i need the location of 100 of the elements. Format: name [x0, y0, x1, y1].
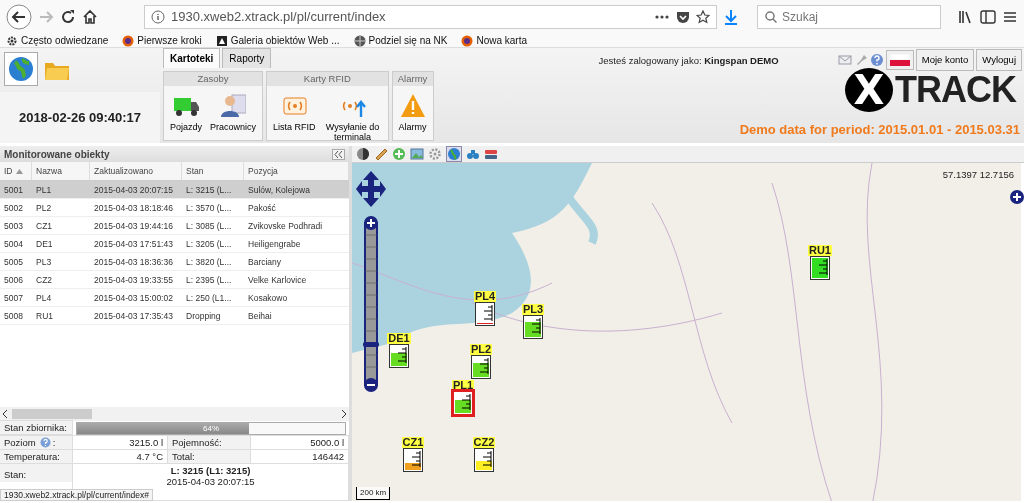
table-cell: RU1	[32, 307, 90, 325]
table-cell: 2015-04-03 19:33:55	[90, 271, 182, 289]
tank-marker[interactable]	[471, 355, 491, 379]
scale-ticks-icon	[461, 394, 471, 410]
ruler-icon[interactable]	[374, 147, 388, 161]
table-cell: 5008	[0, 307, 32, 325]
bookmark-link[interactable]: Często odwiedzane	[6, 33, 109, 48]
marker-label: CZ1	[401, 437, 425, 448]
column-header[interactable]: Nazwa	[32, 162, 90, 181]
ribbon-tab[interactable]: Raporty	[222, 48, 272, 68]
reload-icon[interactable]	[60, 9, 76, 25]
globe-icon[interactable]	[447, 147, 461, 161]
table-cell: Heiligengrabe	[244, 235, 349, 253]
table-cell: PL1	[32, 181, 90, 199]
tank-marker[interactable]	[475, 302, 495, 326]
bookmark-link[interactable]: Nowa karta	[461, 33, 528, 48]
globe-icon	[353, 34, 366, 47]
ribbon-button[interactable]: Pojazdy	[168, 89, 205, 133]
scale-ticks-icon	[818, 259, 828, 275]
tank-level-reading: 64%	[202, 423, 220, 434]
table-cell: CZ1	[32, 217, 90, 235]
tank-marker[interactable]	[474, 448, 494, 472]
table-cell: PL4	[32, 289, 90, 307]
firefox-icon	[122, 34, 135, 47]
table-cell: PL3	[32, 253, 90, 271]
tank-marker[interactable]	[453, 391, 473, 415]
layers-stack-icon[interactable]	[484, 147, 498, 161]
bookmark-link[interactable]: Pierwsze kroki	[122, 33, 202, 48]
group-title: Karty RFID	[267, 72, 388, 86]
group-title: Alarmy	[392, 72, 433, 86]
table-cell: 5006	[0, 271, 32, 289]
table-cell: Beihai	[244, 307, 349, 325]
ribbon-button[interactable]: Lista RFID	[271, 89, 318, 143]
tank-marker[interactable]	[403, 448, 423, 472]
column-header[interactable]: Pozycja	[244, 162, 349, 181]
back-icon[interactable]	[6, 4, 32, 30]
account-button[interactable]: Wyloguj	[976, 49, 1022, 72]
warning-icon	[399, 93, 426, 119]
status-value: L: 3215 (L1: 3215)	[169, 465, 252, 477]
table-cell: 5001	[0, 181, 32, 199]
image-icon[interactable]	[410, 147, 424, 161]
account-button[interactable]: Moje konto	[915, 49, 975, 72]
more-icon[interactable]	[654, 14, 670, 20]
library-icon[interactable]	[958, 9, 974, 25]
search-icon	[765, 11, 777, 23]
url-field[interactable]: 1930.xweb2.xtrack.pl/pl/current/index	[144, 5, 717, 29]
gear-icon	[6, 34, 18, 47]
help-icon[interactable]	[869, 53, 884, 68]
menu-icon[interactable]	[1002, 9, 1018, 25]
scale-ticks-icon	[483, 305, 493, 321]
table-cell: 2015-04-03 15:00:02	[90, 289, 182, 307]
column-header[interactable]: Zaktualizowano	[90, 162, 182, 181]
field-label: Stan:	[0, 464, 73, 482]
field-label: Stan zbiornika:	[0, 420, 73, 435]
status-value: 2015-04-03 20:07:15	[165, 476, 256, 488]
collapse-button[interactable]	[332, 148, 345, 160]
marker-label: CZ2	[472, 437, 496, 448]
ribbon-button[interactable]: Pracownicy	[208, 89, 259, 133]
help-icon[interactable]	[39, 437, 51, 448]
tank-marker[interactable]	[389, 344, 409, 368]
panel-title: Monitorowane obiekty	[4, 147, 110, 162]
table-cell: 5004	[0, 235, 32, 253]
table-cell: L: 3215 (L...	[182, 181, 244, 199]
table-cell: L: 3820 (L...	[182, 253, 244, 271]
search-field[interactable]: Szukaj	[757, 5, 941, 29]
tank-marker[interactable]	[523, 315, 543, 339]
status-url-text: 1930.xweb2.xtrack.pl/pl/current/index#	[0, 489, 154, 501]
table-cell: L: 250 (L1...	[182, 289, 244, 307]
home-icon[interactable]	[82, 9, 98, 25]
table-cell: Dropping	[182, 307, 244, 325]
scroll-right-icon[interactable]	[341, 410, 347, 418]
star-icon[interactable]	[696, 10, 710, 24]
scroll-left-icon[interactable]	[2, 410, 8, 418]
expand-icon[interactable]	[1010, 190, 1024, 204]
map-view-button[interactable]	[4, 52, 38, 86]
bookmark-link[interactable]: Galeria obiektów Web ...	[215, 33, 340, 48]
table-cell: Barciany	[244, 253, 349, 271]
ribbon-tab[interactable]: Kartoteki	[163, 48, 221, 68]
sidebar-icon[interactable]	[980, 9, 996, 25]
group-title: Zasoby	[164, 72, 263, 86]
coordinates-text: 57.1397 12.7156	[942, 168, 1014, 182]
table-cell: 2015-04-03 17:35:43	[90, 307, 182, 325]
field-label: Poziom	[4, 436, 36, 450]
binoculars-icon[interactable]	[466, 147, 480, 161]
shield-icon[interactable]	[676, 10, 690, 24]
scale-ticks-icon	[482, 451, 492, 467]
table-cell: 5005	[0, 253, 32, 271]
scrollbar-thumb[interactable]	[12, 409, 92, 419]
column-header[interactable]: Stan	[182, 162, 244, 181]
table-cell: L: 2395 (L...	[182, 271, 244, 289]
login-text: Jesteś zalogowany jako: Kingspan DEMO	[598, 54, 779, 68]
zoom-slider-icon[interactable]	[363, 215, 379, 393]
download-icon[interactable]	[723, 9, 739, 25]
ribbon-button[interactable]: Alarmy	[396, 89, 429, 133]
flag-icon[interactable]	[889, 54, 910, 67]
bookmark-link[interactable]: Podziel się na NK	[353, 33, 448, 48]
column-header[interactable]: ID	[0, 162, 32, 181]
marker-label: PL4	[473, 291, 497, 302]
ribbon-button[interactable]: Wysyłanie do terminala	[321, 89, 384, 143]
pan-control-icon[interactable]	[355, 170, 387, 208]
